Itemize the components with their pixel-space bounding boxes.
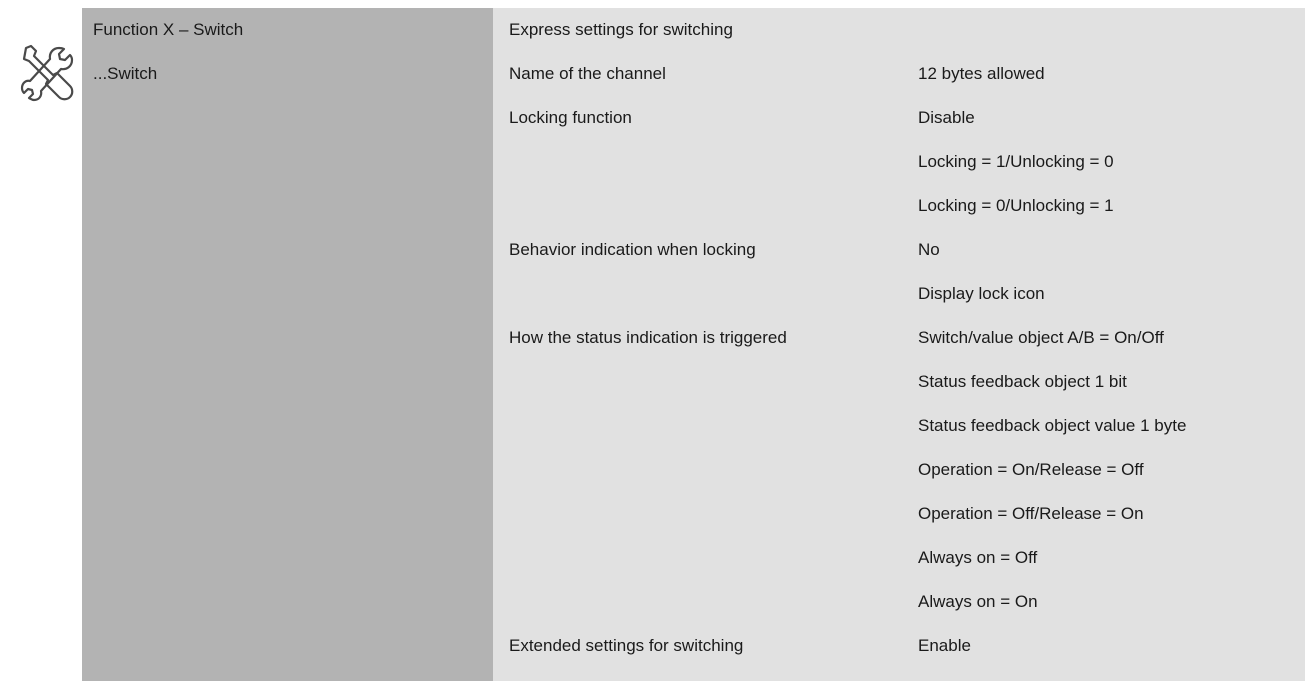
option-switch-value-object: Switch/value object A/B = On/Off [918,328,1164,347]
option-enable: Enable [918,636,971,655]
tree-item-function-x-switch[interactable]: Function X – Switch [93,8,243,52]
option-display-lock-icon: Display lock icon [918,284,1045,303]
navigation-panel: Function X – Switch ...Switch [82,8,493,681]
param-label-locking-function: Locking function [509,108,632,127]
option-no: No [918,240,940,259]
tools-icon [20,44,74,102]
option-disable: Disable [918,108,975,127]
option-operation-off-release-on: Operation = Off/Release = On [918,504,1144,523]
option-always-on-on: Always on = On [918,592,1038,611]
section-heading: Express settings for switching [509,20,733,39]
tree-item-switch[interactable]: ...Switch [93,52,157,96]
parameter-panel: Express settings for switching Name of t… [493,8,1305,681]
param-label-extended-settings: Extended settings for switching [509,636,744,655]
option-always-on-off: Always on = Off [918,548,1038,567]
option-status-feedback-1-byte: Status feedback object value 1 byte [918,416,1187,435]
param-label-channel-name: Name of the channel [509,64,666,83]
param-label-behavior-indication: Behavior indication when locking [509,240,756,259]
option-locking-0-unlocking-1: Locking = 0/Unlocking = 1 [918,196,1114,215]
option-status-feedback-1-bit: Status feedback object 1 bit [918,372,1127,391]
option-12-bytes-allowed: 12 bytes allowed [918,64,1045,83]
param-label-status-indication-trigger: How the status indication is triggered [509,328,787,347]
option-locking-1-unlocking-0: Locking = 1/Unlocking = 0 [918,152,1114,171]
option-operation-on-release-off: Operation = On/Release = Off [918,460,1144,479]
